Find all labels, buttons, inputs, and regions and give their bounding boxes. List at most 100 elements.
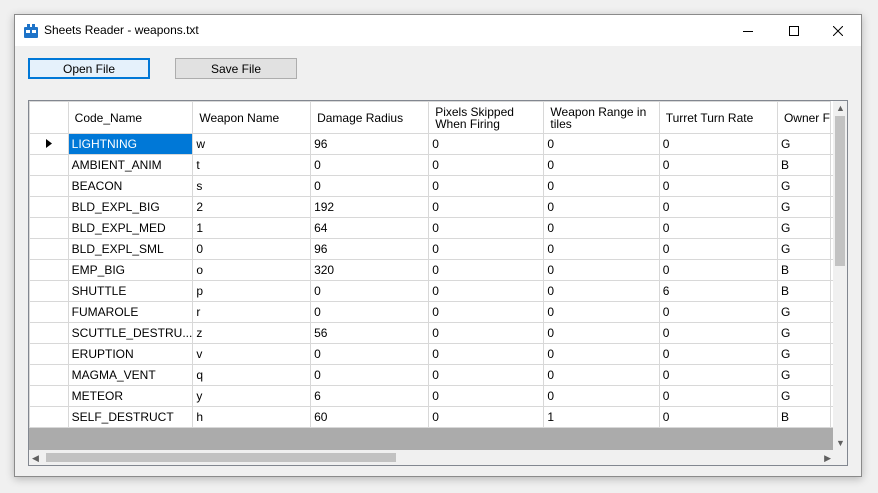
column-header[interactable]: Code_Name	[67, 101, 194, 134]
row-header[interactable]	[29, 133, 69, 155]
grid-cell[interactable]: 320	[310, 259, 430, 281]
grid-cell[interactable]: BLD_EXPL_BIG	[67, 196, 194, 218]
table-row[interactable]: SHUTTLE p 0 0 0 6 B	[29, 280, 835, 302]
grid-cell[interactable]: 0	[428, 364, 545, 386]
grid-cell[interactable]: 0	[310, 301, 430, 323]
row-header[interactable]	[29, 343, 69, 365]
grid-cell[interactable]: z	[192, 322, 312, 344]
grid-cell[interactable]: METEOR	[67, 385, 194, 407]
grid-cell[interactable]: 0	[658, 406, 778, 428]
grid-cell[interactable]: v	[192, 343, 312, 365]
grid-cell[interactable]: 0	[428, 322, 545, 344]
column-header[interactable]: Damage Radius	[310, 101, 430, 134]
row-header[interactable]	[29, 217, 69, 239]
grid-cell[interactable]: o	[192, 259, 312, 281]
grid-cell[interactable]: B	[776, 280, 832, 302]
grid-cell[interactable]: FUMAROLE	[67, 301, 194, 323]
grid-cell[interactable]: 192	[310, 196, 430, 218]
row-header[interactable]	[29, 154, 69, 176]
grid-cell[interactable]: 60	[310, 406, 430, 428]
grid-cell[interactable]: 0	[543, 217, 660, 239]
column-header[interactable]: Weapon Name	[192, 101, 312, 134]
save-file-button[interactable]: Save File	[175, 58, 297, 79]
grid-cell[interactable]: 0	[310, 280, 430, 302]
grid-cell[interactable]: 0	[428, 238, 545, 260]
row-header[interactable]	[29, 238, 69, 260]
grid-cell[interactable]: t	[192, 154, 312, 176]
grid-cell[interactable]: 64	[310, 217, 430, 239]
grid-cell[interactable]: 0	[543, 196, 660, 218]
scroll-down-icon[interactable]: ▼	[836, 438, 845, 448]
row-header[interactable]	[29, 259, 69, 281]
table-row[interactable]: BLD_EXPL_MED 1 64 0 0 0 G	[29, 217, 835, 239]
grid-cell[interactable]: 0	[658, 175, 778, 197]
grid-cell[interactable]: 0	[543, 301, 660, 323]
grid-cell[interactable]: 1	[543, 406, 660, 428]
scroll-left-icon[interactable]: ◀	[32, 453, 39, 463]
grid-cell[interactable]: G	[776, 322, 832, 344]
grid-cell[interactable]: 1	[192, 217, 312, 239]
grid-cell[interactable]: G	[776, 196, 832, 218]
title-bar[interactable]: Sheets Reader - weapons.txt	[15, 15, 861, 46]
grid-cell[interactable]: 0	[543, 259, 660, 281]
grid-cell[interactable]: SCUTTLE_DESTRU...	[67, 322, 194, 344]
vertical-scrollbar[interactable]: ▲ ▼	[833, 101, 847, 450]
grid-cell[interactable]: LIGHTNING	[67, 133, 194, 155]
grid-cell[interactable]: 0	[428, 217, 545, 239]
corner-header[interactable]	[29, 101, 69, 134]
grid-cell[interactable]: B	[776, 259, 832, 281]
grid-cell[interactable]: y	[192, 385, 312, 407]
grid-cell[interactable]: EMP_BIG	[67, 259, 194, 281]
grid-cell[interactable]: 0	[543, 175, 660, 197]
minimize-button[interactable]	[725, 15, 771, 46]
table-row[interactable]: BLD_EXPL_SML 0 96 0 0 0 G	[29, 238, 835, 260]
grid-cell[interactable]: 0	[192, 238, 312, 260]
table-row[interactable]: BEACON s 0 0 0 0 G	[29, 175, 835, 197]
grid-cell[interactable]: 96	[310, 238, 430, 260]
grid-cell[interactable]: 6	[310, 385, 430, 407]
grid-cell[interactable]: 0	[658, 154, 778, 176]
scroll-up-icon[interactable]: ▲	[836, 103, 845, 113]
table-row[interactable]: FUMAROLE r 0 0 0 0 G	[29, 301, 835, 323]
grid-cell[interactable]: 0	[658, 322, 778, 344]
grid-cell[interactable]: 0	[428, 343, 545, 365]
scroll-right-icon[interactable]: ▶	[824, 453, 831, 463]
table-row[interactable]: SELF_DESTRUCT h 60 0 1 0 B	[29, 406, 835, 428]
grid-cell[interactable]: 0	[543, 154, 660, 176]
grid-cell[interactable]: 0	[428, 259, 545, 281]
grid-cell[interactable]: 0	[428, 175, 545, 197]
grid-cell[interactable]: 0	[658, 196, 778, 218]
grid-cell[interactable]: 0	[310, 175, 430, 197]
grid-cell[interactable]: 0	[428, 280, 545, 302]
grid-cell[interactable]: ERUPTION	[67, 343, 194, 365]
grid-cell[interactable]: 0	[310, 343, 430, 365]
grid-cell[interactable]: MAGMA_VENT	[67, 364, 194, 386]
grid-cell[interactable]: G	[776, 364, 832, 386]
grid-cell[interactable]: G	[776, 238, 832, 260]
grid-cell[interactable]: 2	[192, 196, 312, 218]
table-row[interactable]: SCUTTLE_DESTRU... z 56 0 0 0 G	[29, 322, 835, 344]
grid-cell[interactable]: 0	[658, 364, 778, 386]
grid-cell[interactable]: BLD_EXPL_SML	[67, 238, 194, 260]
grid-cell[interactable]: G	[776, 385, 832, 407]
grid-cell[interactable]: w	[192, 133, 312, 155]
table-row[interactable]: BLD_EXPL_BIG 2 192 0 0 0 G	[29, 196, 835, 218]
grid-cell[interactable]: SHUTTLE	[67, 280, 194, 302]
grid-cell[interactable]: 0	[658, 259, 778, 281]
row-header[interactable]	[29, 280, 69, 302]
grid-cell[interactable]: 0	[543, 238, 660, 260]
column-header[interactable]: Turret Turn Rate	[658, 101, 778, 134]
grid-cell[interactable]: 0	[543, 385, 660, 407]
grid-cell[interactable]: B	[776, 154, 832, 176]
grid-cell[interactable]: 0	[658, 217, 778, 239]
row-header[interactable]	[29, 175, 69, 197]
grid-cell[interactable]: G	[776, 175, 832, 197]
table-row[interactable]: LIGHTNING w 96 0 0 0 G	[29, 133, 835, 155]
grid-cell[interactable]: q	[192, 364, 312, 386]
table-row[interactable]: METEOR y 6 0 0 0 G	[29, 385, 835, 407]
grid-cell[interactable]: 0	[658, 343, 778, 365]
grid-cell[interactable]: 0	[428, 154, 545, 176]
close-button[interactable]	[815, 15, 861, 46]
grid-cell[interactable]: B	[776, 406, 832, 428]
grid-cell[interactable]: G	[776, 301, 832, 323]
